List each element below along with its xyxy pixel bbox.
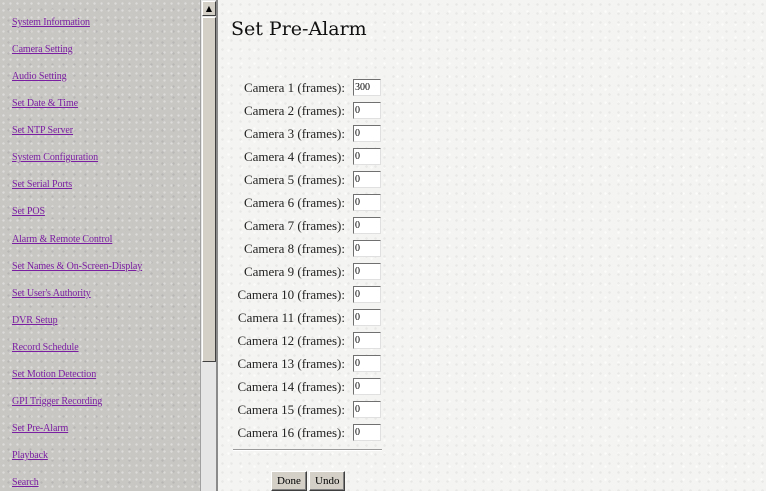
camera-13-frames-input[interactable] [353, 355, 381, 372]
camera-row: Camera 3 (frames): [218, 125, 418, 142]
nav-link-dvr-setup[interactable]: DVR Setup [12, 315, 58, 326]
camera-label: Camera 4 (frames): [243, 149, 345, 164]
undo-button[interactable]: Undo [309, 471, 346, 491]
camera-10-frames-input[interactable] [353, 286, 381, 303]
camera-16-frames-input[interactable] [353, 424, 381, 441]
camera-row: Camera 16 (frames): [218, 424, 418, 441]
camera-4-frames-input[interactable] [353, 148, 381, 165]
camera-label: Camera 12 (frames): [237, 333, 345, 348]
navigation-sidebar: System Information Camera Setting Audio … [0, 0, 200, 491]
camera-12-frames-input[interactable] [353, 332, 381, 349]
camera-label: Camera 10 (frames): [237, 287, 345, 302]
camera-7-frames-input[interactable] [353, 217, 381, 234]
nav-link-set-pre-alarm[interactable]: Set Pre-Alarm [12, 423, 68, 434]
form-divider [233, 449, 382, 451]
camera-1-frames-input[interactable] [353, 79, 381, 96]
camera-label: Camera 16 (frames): [237, 425, 345, 440]
camera-label: Camera 15 (frames): [237, 402, 345, 417]
camera-label: Camera 3 (frames): [243, 126, 345, 141]
nav-link-record-schedule[interactable]: Record Schedule [12, 342, 79, 353]
camera-label: Camera 9 (frames): [243, 264, 345, 279]
camera-2-frames-input[interactable] [353, 102, 381, 119]
camera-row: Camera 9 (frames): [218, 263, 418, 280]
camera-row: Camera 10 (frames): [218, 286, 418, 303]
nav-link-system-information[interactable]: System Information [12, 17, 90, 28]
camera-label: Camera 2 (frames): [243, 103, 345, 118]
nav-link-audio-setting[interactable]: Audio Setting [12, 71, 67, 82]
camera-label: Camera 5 (frames): [243, 172, 345, 187]
camera-row: Camera 4 (frames): [218, 148, 418, 165]
camera-row: Camera 11 (frames): [218, 309, 418, 326]
nav-link-set-date-time[interactable]: Set Date & Time [12, 98, 78, 109]
camera-6-frames-input[interactable] [353, 194, 381, 211]
nav-link-set-serial-ports[interactable]: Set Serial Ports [12, 179, 72, 190]
nav-link-alarm-remote-control[interactable]: Alarm & Remote Control [12, 234, 112, 245]
camera-9-frames-input[interactable] [353, 263, 381, 280]
nav-scrollbar[interactable]: ▲ [200, 0, 217, 491]
camera-row: Camera 14 (frames): [218, 378, 418, 395]
camera-row: Camera 8 (frames): [218, 240, 418, 257]
nav-link-camera-setting[interactable]: Camera Setting [12, 44, 73, 55]
camera-label: Camera 1 (frames): [243, 80, 345, 95]
nav-link-search[interactable]: Search [12, 477, 39, 488]
nav-link-set-motion-detection[interactable]: Set Motion Detection [12, 369, 96, 380]
camera-5-frames-input[interactable] [353, 171, 381, 188]
camera-14-frames-input[interactable] [353, 378, 381, 395]
camera-label: Camera 11 (frames): [237, 310, 345, 325]
camera-label: Camera 13 (frames): [237, 356, 345, 371]
camera-label: Camera 14 (frames): [237, 379, 345, 394]
camera-3-frames-input[interactable] [353, 125, 381, 142]
camera-8-frames-input[interactable] [353, 240, 381, 257]
camera-label: Camera 7 (frames): [243, 218, 345, 233]
camera-row: Camera 2 (frames): [218, 102, 418, 119]
scroll-thumb[interactable] [202, 17, 216, 362]
nav-link-set-pos[interactable]: Set POS [12, 206, 45, 217]
camera-label: Camera 8 (frames): [243, 241, 345, 256]
scroll-up-arrow-icon[interactable]: ▲ [202, 1, 216, 16]
nav-link-set-users-authority[interactable]: Set User's Authority [12, 288, 91, 299]
camera-row: Camera 15 (frames): [218, 401, 418, 418]
nav-link-gpi-trigger-recording[interactable]: GPI Trigger Recording [12, 396, 102, 407]
nav-link-set-names-osd[interactable]: Set Names & On-Screen-Display [12, 261, 142, 272]
nav-link-system-configuration[interactable]: System Configuration [12, 152, 98, 163]
camera-row: Camera 7 (frames): [218, 217, 418, 234]
camera-row: Camera 1 (frames): [218, 79, 418, 96]
camera-row: Camera 5 (frames): [218, 171, 418, 188]
camera-label: Camera 6 (frames): [243, 195, 345, 210]
nav-link-playback[interactable]: Playback [12, 450, 48, 461]
camera-11-frames-input[interactable] [353, 309, 381, 326]
camera-row: Camera 13 (frames): [218, 355, 418, 372]
nav-link-set-ntp-server[interactable]: Set NTP Server [12, 125, 73, 136]
done-button[interactable]: Done [271, 471, 307, 491]
camera-row: Camera 6 (frames): [218, 194, 418, 211]
camera-15-frames-input[interactable] [353, 401, 381, 418]
camera-row: Camera 12 (frames): [218, 332, 418, 349]
main-content: Set Pre-Alarm Camera 1 (frames): Camera … [218, 0, 766, 491]
page-title: Set Pre-Alarm [231, 18, 367, 40]
